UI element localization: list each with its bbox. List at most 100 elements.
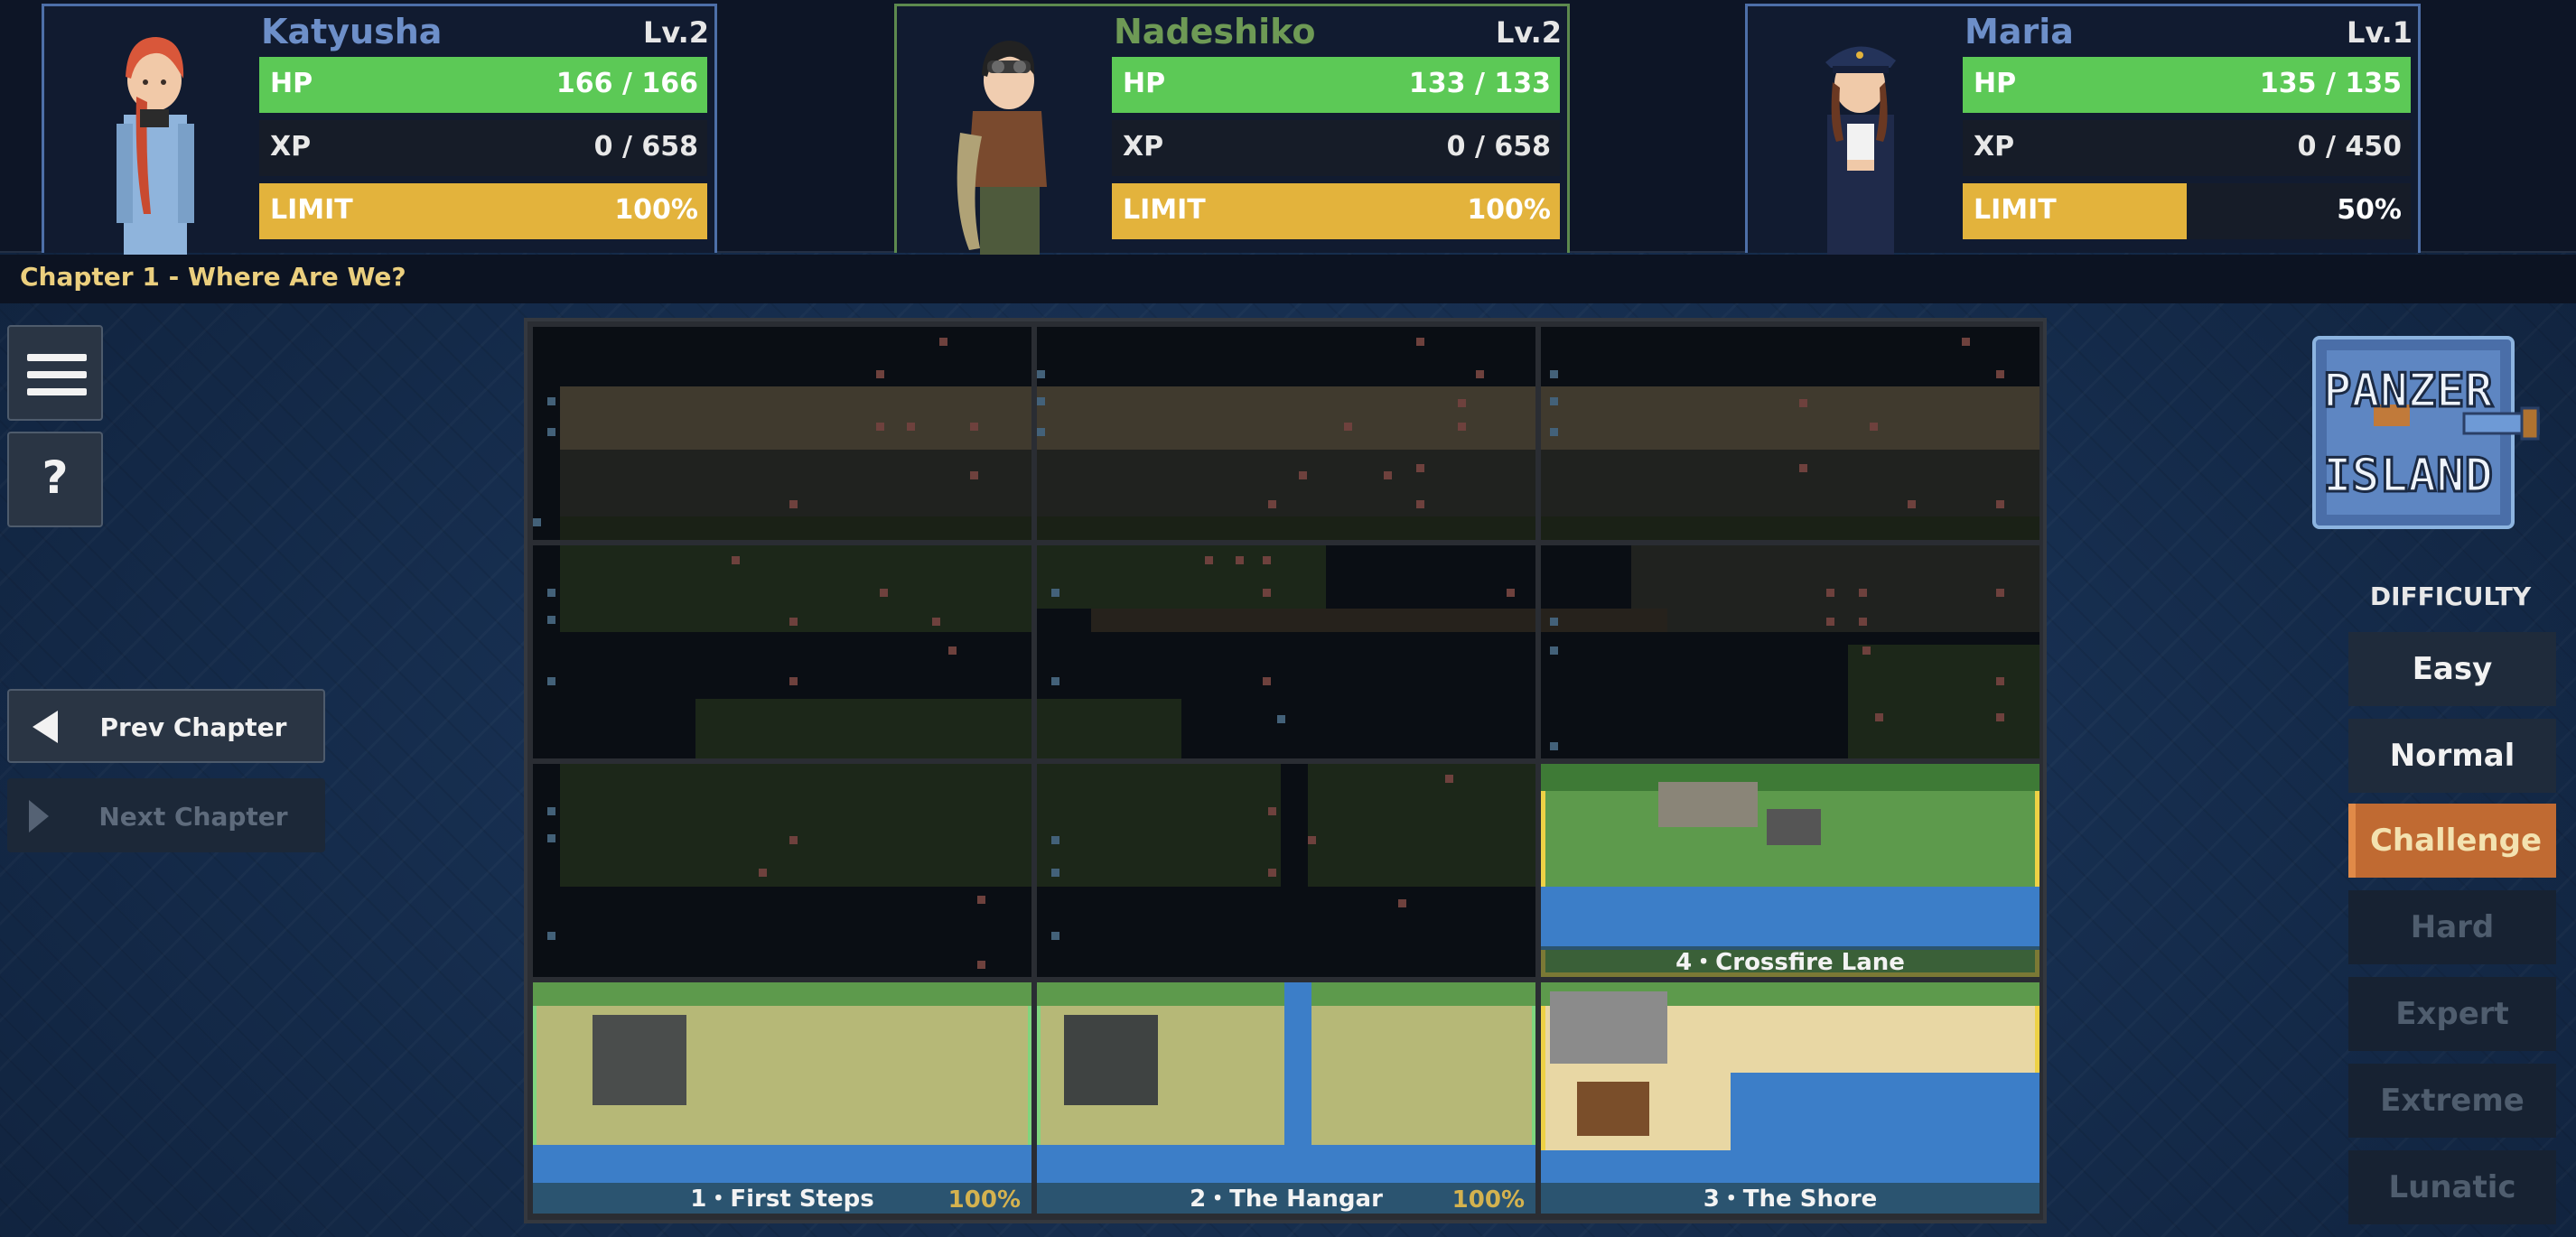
- ally-marker: [547, 677, 555, 685]
- ally-marker: [1051, 677, 1059, 685]
- stage-tile-3[interactable]: 3・The Shore: [1541, 982, 2039, 1214]
- limit-label: LIMIT: [1974, 194, 2057, 226]
- enemy-marker: [1476, 370, 1484, 378]
- ally-marker: [547, 397, 555, 405]
- enemy-marker: [1205, 556, 1213, 564]
- enemy-marker: [1996, 713, 2004, 721]
- ally-marker: [1550, 370, 1558, 378]
- party-member-maria[interactable]: Maria Lv.1 HP 135 / 135 XP 0 / 450 LIMIT…: [1745, 4, 2421, 256]
- enemy-marker: [1862, 646, 1871, 655]
- hp-label: HP: [1123, 68, 1166, 99]
- ally-marker: [547, 589, 555, 597]
- stage-tile-locked: [1037, 545, 1535, 758]
- stage-name: 3・The Shore: [1703, 1186, 1878, 1213]
- enemy-marker: [1859, 589, 1867, 597]
- stage-completion: 100%: [1451, 1186, 1525, 1214]
- enemy-marker: [1799, 399, 1807, 407]
- enemy-marker: [1962, 338, 1970, 346]
- arrow-left-icon: [33, 711, 58, 743]
- stage-label: 4・Crossfire Lane: [1541, 946, 2039, 977]
- enemy-marker: [880, 589, 888, 597]
- logo-line1: PANZER: [2323, 364, 2494, 418]
- enemy-marker: [1996, 589, 2004, 597]
- member-name: Maria: [1965, 12, 2074, 51]
- enemy-marker: [939, 338, 947, 346]
- chapter-bar: Chapter 1 - Where Are We?: [0, 255, 2576, 303]
- enemy-marker: [1308, 836, 1316, 844]
- difficulty-easy[interactable]: Easy: [2348, 632, 2556, 706]
- limit-value: 50%: [2337, 194, 2402, 226]
- member-level: Lv.2: [1495, 15, 1562, 50]
- panzer-island-logo: PANZER ISLAND: [2312, 336, 2540, 529]
- hp-value: 133 / 133: [1408, 68, 1551, 99]
- maria-portrait: [1825, 46, 1896, 256]
- hp-value: 135 / 135: [2259, 68, 2402, 99]
- enemy-marker: [1263, 589, 1271, 597]
- party-status-panel: Katyusha Lv.2 HP 166 / 166 XP 0 / 658 LI…: [0, 0, 2576, 256]
- hp-bar: HP 166 / 166: [259, 57, 707, 113]
- hp-value: 166 / 166: [555, 68, 698, 99]
- xp-label: XP: [1123, 131, 1164, 163]
- ally-marker: [547, 428, 555, 436]
- member-level: Lv.1: [2346, 15, 2413, 50]
- party-member-katyusha[interactable]: Katyusha Lv.2 HP 166 / 166 XP 0 / 658 LI…: [42, 4, 717, 256]
- enemy-marker: [1416, 500, 1424, 508]
- prev-chapter-button[interactable]: Prev Chapter: [7, 689, 325, 763]
- ally-marker: [1037, 397, 1045, 405]
- difficulty-challenge[interactable]: Challenge: [2348, 804, 2556, 878]
- ally-marker: [1550, 742, 1558, 750]
- stage-tile-2[interactable]: 2・The Hangar 100%: [1037, 982, 1535, 1214]
- stage-tile-locked: [533, 764, 1031, 977]
- ally-marker: [1550, 428, 1558, 436]
- enemy-marker: [1299, 471, 1307, 479]
- next-chapter-button[interactable]: Next Chapter: [7, 778, 325, 852]
- enemy-marker: [977, 896, 985, 904]
- xp-label: XP: [1974, 131, 2015, 163]
- enemy-marker: [932, 618, 940, 626]
- ally-marker: [547, 932, 555, 940]
- xp-value: 0 / 658: [1446, 131, 1551, 163]
- difficulty-title: DIFFICULTY: [2369, 581, 2532, 611]
- ally-marker: [1037, 370, 1045, 378]
- help-button[interactable]: ?: [7, 432, 103, 527]
- stage-tile-locked: [1541, 545, 2039, 758]
- menu-button[interactable]: [7, 325, 103, 421]
- enemy-marker: [1416, 464, 1424, 472]
- ally-marker: [533, 518, 541, 526]
- limit-bar: LIMIT 50%: [1963, 183, 2411, 239]
- hp-label: HP: [270, 68, 313, 99]
- enemy-marker: [1859, 618, 1867, 626]
- enemy-marker: [948, 646, 957, 655]
- ally-marker: [1037, 428, 1045, 436]
- enemy-marker: [1996, 500, 2004, 508]
- limit-label: LIMIT: [270, 194, 353, 226]
- party-member-nadeshiko[interactable]: Nadeshiko Lv.2 HP 133 / 133 XP 0 / 658 L…: [894, 4, 1570, 256]
- hp-bar: HP 135 / 135: [1963, 57, 2411, 113]
- enemy-marker: [876, 423, 884, 431]
- enemy-marker: [1268, 869, 1276, 877]
- hp-bar: HP 133 / 133: [1112, 57, 1560, 113]
- stage-tile-1[interactable]: 1・First Steps 100%: [533, 982, 1031, 1214]
- enemy-marker: [1268, 807, 1276, 815]
- stage-tile-locked: [1037, 327, 1535, 540]
- stage-map-grid: 4・Crossfire Lane 1・First Steps 100% 2・Th…: [524, 318, 2047, 1223]
- xp-bar: XP 0 / 450: [1963, 120, 2411, 176]
- member-name: Nadeshiko: [1114, 12, 1316, 51]
- enemy-marker: [907, 423, 915, 431]
- member-level: Lv.2: [642, 15, 709, 50]
- enemy-marker: [1507, 589, 1515, 597]
- ally-marker: [1051, 869, 1059, 877]
- stage-name: 4・Crossfire Lane: [1675, 949, 1905, 976]
- ally-marker: [547, 807, 555, 815]
- stage-tile-locked: [1037, 764, 1535, 977]
- ally-marker: [1550, 397, 1558, 405]
- difficulty-normal[interactable]: Normal: [2348, 719, 2556, 793]
- stage-tile-locked: [1541, 327, 2039, 540]
- difficulty-expert: Expert: [2348, 977, 2556, 1051]
- enemy-marker: [1996, 370, 2004, 378]
- enemy-marker: [1908, 500, 1916, 508]
- stage-label: 2・The Hangar 100%: [1037, 1183, 1535, 1214]
- enemy-marker: [1384, 471, 1392, 479]
- stage-tile-4[interactable]: 4・Crossfire Lane: [1541, 764, 2039, 977]
- ally-marker: [1051, 932, 1059, 940]
